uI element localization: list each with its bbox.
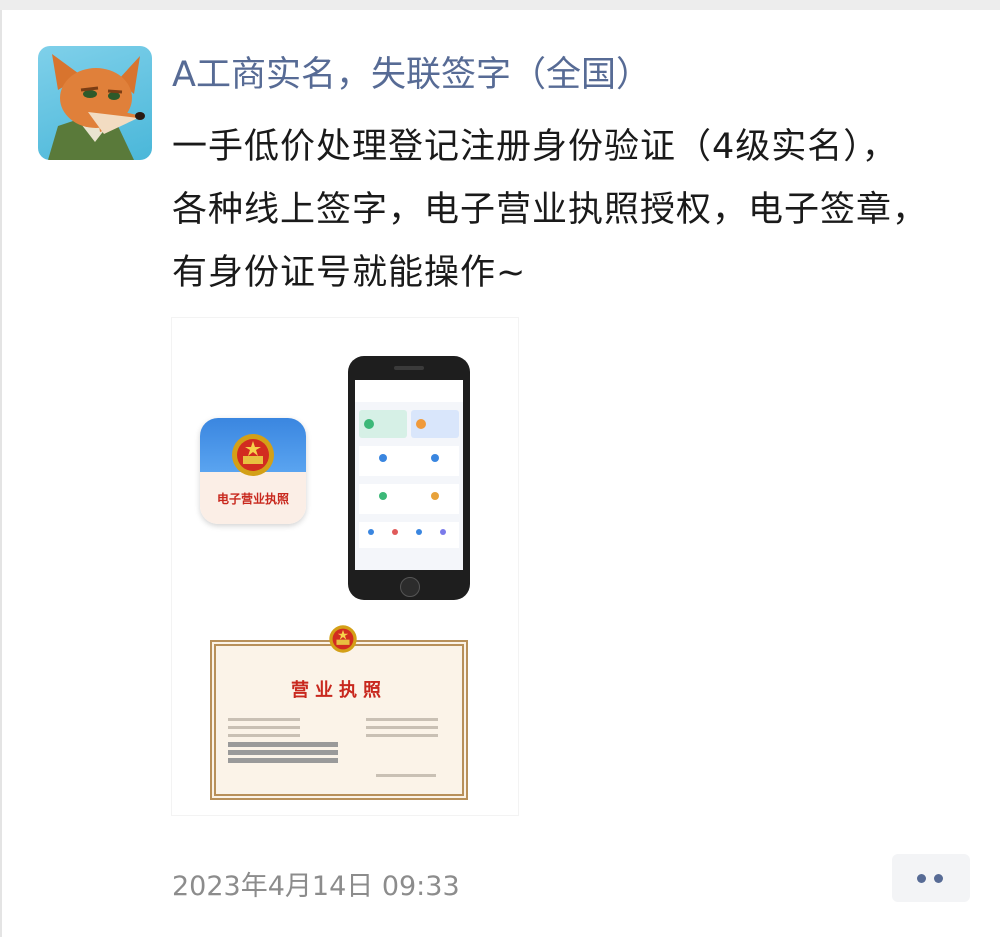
license-title: 营业执照 [291,680,387,701]
post-body-text: 一手低价处理登记注册身份验证（4级实名），各种线上签字，电子营业执照授权，电子签… [172,127,929,293]
fox-avatar-icon [48,54,145,160]
phone-screen [355,380,463,570]
post-image[interactable]: 电子营业执照 营业执照 [172,318,518,815]
e-license-app-icon: 电子营业执照 [200,418,306,524]
national-emblem-icon [232,434,274,476]
left-border [0,10,2,937]
license-emblem-icon [329,625,357,653]
app-icon-label: 电子营业执照 [216,492,289,506]
more-dots-icon [917,874,926,883]
post-timestamp: 2023年4月14日 09:33 [172,871,460,902]
top-bar [0,0,1000,10]
phone-mockup [348,356,470,600]
business-license-image: 营业执照 [210,625,468,800]
more-dot [934,874,943,883]
more-actions-button[interactable] [892,854,970,902]
avatar[interactable] [38,46,152,160]
post-author-name[interactable]: A工商实名，失联签字（全国） [172,50,651,100]
